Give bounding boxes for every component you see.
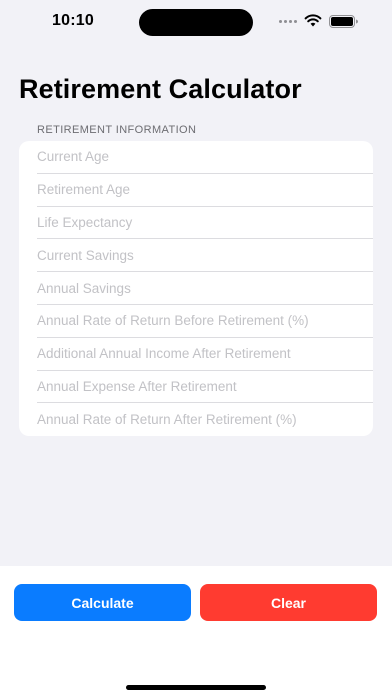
- form-row: [37, 370, 373, 404]
- dynamic-island: [139, 9, 253, 36]
- return-after-retirement-field[interactable]: [37, 403, 373, 436]
- status-bar: 10:10: [0, 0, 392, 46]
- retirement-age-field[interactable]: [37, 173, 373, 206]
- calculate-button[interactable]: Calculate: [14, 584, 191, 621]
- form-row: [37, 239, 373, 273]
- current-savings-field[interactable]: [37, 239, 373, 272]
- status-time: 10:10: [52, 12, 94, 29]
- form-row: [37, 206, 373, 240]
- wifi-icon: [304, 14, 322, 27]
- section-header: RETIREMENT INFORMATION: [37, 124, 197, 136]
- annual-savings-field[interactable]: [37, 272, 373, 304]
- form-row: [37, 337, 373, 371]
- additional-income-field[interactable]: [37, 337, 373, 370]
- form-row: [37, 304, 373, 338]
- page-title: Retirement Calculator: [19, 74, 302, 104]
- form-row: [37, 173, 373, 207]
- return-before-retirement-field[interactable]: [37, 304, 373, 337]
- form-row: [37, 141, 373, 174]
- form-row: [37, 403, 373, 436]
- home-indicator[interactable]: [126, 685, 266, 690]
- signal-icon: [279, 19, 299, 25]
- current-age-field[interactable]: [37, 141, 373, 173]
- form-row: [37, 272, 373, 305]
- bottom-toolbar: Calculate Clear: [0, 566, 392, 696]
- annual-expense-field[interactable]: [37, 370, 373, 403]
- battery-icon: [329, 15, 358, 28]
- retirement-form: [19, 141, 373, 436]
- life-expectancy-field[interactable]: [37, 206, 373, 239]
- clear-button[interactable]: Clear: [200, 584, 377, 621]
